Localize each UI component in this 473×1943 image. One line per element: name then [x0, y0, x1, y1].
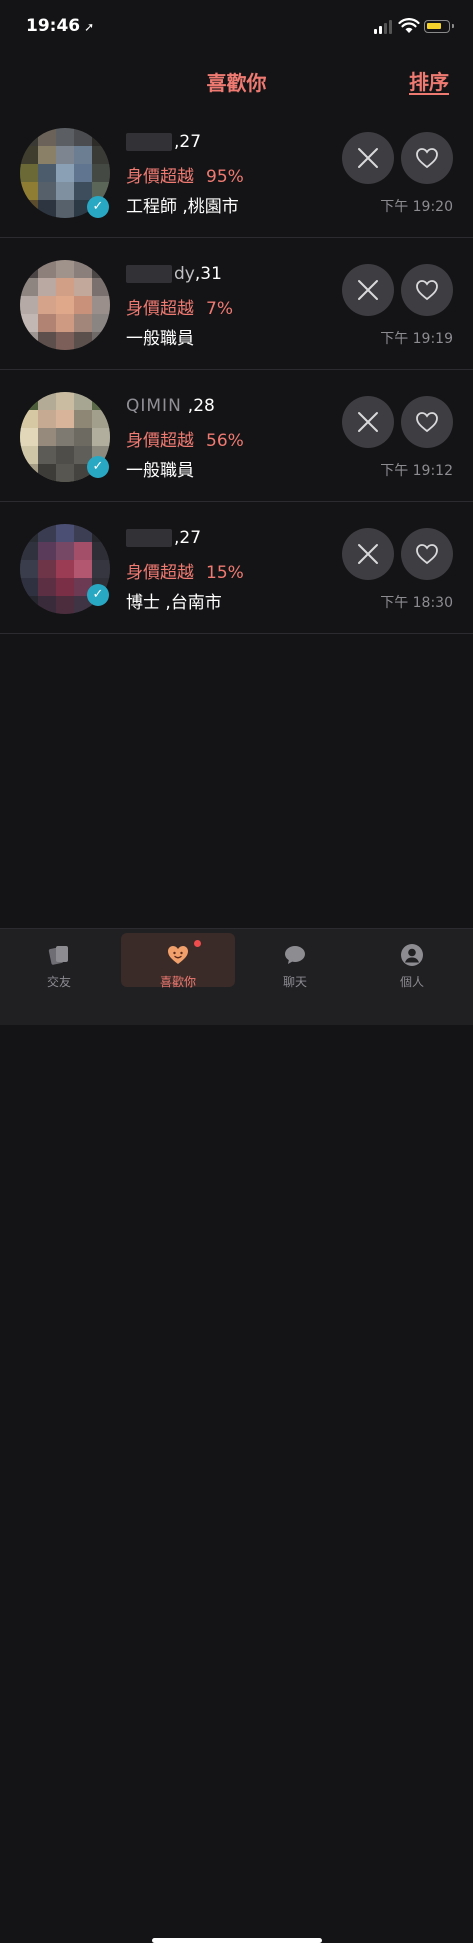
income-rank: 身價超越 15% — [126, 558, 244, 583]
likes-list: ✓ ,27 身價超越 95% 工程師 ,桃園市 下午 19:20 dy,31 身價… — [0, 106, 473, 634]
tab-likes[interactable]: 喜歡你 — [121, 933, 235, 989]
age: ,27 — [174, 528, 202, 548]
like-card[interactable]: ✓ QIMIN ,28 身價超越 56% 一般職員 下午 19:12 — [0, 370, 473, 502]
income-rank: 身價超越 56% — [126, 426, 244, 451]
heart-icon — [416, 544, 438, 565]
like-button[interactable] — [401, 132, 453, 184]
close-icon — [358, 280, 378, 300]
verified-badge-icon: ✓ — [87, 456, 109, 478]
blurred-name — [126, 529, 172, 547]
like-card[interactable]: ✓ ,27 身價超越 95% 工程師 ,桃園市 下午 19:20 — [0, 106, 473, 238]
age: ,31 — [194, 264, 222, 284]
like-time: 下午 19:20 — [380, 199, 453, 215]
status-bar: 19:46 ➚ — [0, 0, 473, 56]
cards-icon — [48, 946, 68, 965]
income-percentile: 56% — [206, 431, 244, 451]
page-title: 喜歡你 — [206, 71, 267, 95]
like-time: 下午 19:19 — [380, 331, 453, 347]
home-indicator — [152, 1938, 322, 1943]
tab-label: 聊天 — [282, 975, 307, 989]
job-location: 一般職員 — [126, 329, 194, 349]
like-button[interactable] — [401, 396, 453, 448]
name-age: ,27 — [126, 132, 201, 152]
job-location: 工程師 ,桃園市 — [126, 197, 239, 217]
like-button[interactable] — [401, 528, 453, 580]
age: ,27 — [174, 132, 202, 152]
chat-bubble-icon — [285, 946, 305, 964]
name-fragment: dy — [174, 264, 195, 284]
name-age: QIMIN ,28 — [126, 396, 215, 416]
cellular-signal-icon — [374, 20, 396, 34]
avatar[interactable] — [20, 260, 110, 350]
person-icon — [401, 944, 423, 966]
like-card[interactable]: ✓ ,27 身價超越 15% 博士 ,台南市 下午 18:30 — [0, 502, 473, 634]
income-rank: 身價超越 7% — [126, 294, 233, 319]
tab-label: 個人 — [399, 975, 424, 989]
reject-button[interactable] — [342, 132, 394, 184]
heart-icon — [416, 412, 438, 433]
heart-face-icon — [168, 946, 188, 964]
income-label: 身價超越 — [126, 563, 194, 583]
income-percentile: 15% — [206, 563, 244, 583]
location-arrow-icon: ➚ — [84, 20, 95, 34]
close-icon — [358, 544, 378, 564]
reject-button[interactable] — [342, 396, 394, 448]
reject-button[interactable] — [342, 528, 394, 580]
income-label: 身價超越 — [126, 431, 194, 451]
tab-label: 喜歡你 — [159, 975, 196, 989]
like-button[interactable] — [401, 264, 453, 316]
header: 喜歡你 排序 — [0, 56, 473, 108]
name-fragment: QIMIN — [126, 396, 182, 416]
income-percentile: 7% — [206, 299, 233, 319]
heart-icon — [416, 280, 438, 301]
job-location: 博士 ,台南市 — [126, 593, 222, 613]
sort-button[interactable]: 排序 — [409, 66, 449, 95]
name-age: ,27 — [126, 528, 201, 548]
tab-chat[interactable]: 聊天 — [238, 933, 352, 989]
tab-discover[interactable]: 交友 — [2, 933, 116, 989]
reject-button[interactable] — [342, 264, 394, 316]
tab-profile[interactable]: 個人 — [355, 933, 469, 989]
close-icon — [358, 148, 378, 168]
tab-bar: 交友 喜歡你 聊天 個人 — [0, 928, 473, 1943]
heart-icon — [416, 148, 438, 169]
age: ,28 — [187, 396, 215, 416]
like-card[interactable]: dy,31 身價超越 7% 一般職員 下午 19:19 — [0, 238, 473, 370]
verified-badge-icon: ✓ — [87, 196, 109, 218]
income-percentile: 95% — [206, 167, 244, 187]
tab-label: 交友 — [46, 975, 71, 989]
income-label: 身價超越 — [126, 167, 194, 187]
job-location: 一般職員 — [126, 461, 194, 481]
like-time: 下午 19:12 — [380, 463, 453, 479]
status-time-text: 19:46 — [26, 16, 81, 36]
battery-icon — [424, 20, 454, 33]
income-rank: 身價超越 95% — [126, 162, 244, 187]
wifi-icon — [398, 18, 420, 34]
status-time: 19:46 ➚ — [26, 16, 94, 36]
income-label: 身價超越 — [126, 299, 194, 319]
name-age: dy,31 — [126, 264, 222, 284]
blurred-name — [126, 265, 172, 283]
blurred-name — [126, 133, 172, 151]
notification-dot — [194, 940, 201, 947]
verified-badge-icon: ✓ — [87, 584, 109, 606]
close-icon — [358, 412, 378, 432]
like-time: 下午 18:30 — [380, 595, 453, 611]
